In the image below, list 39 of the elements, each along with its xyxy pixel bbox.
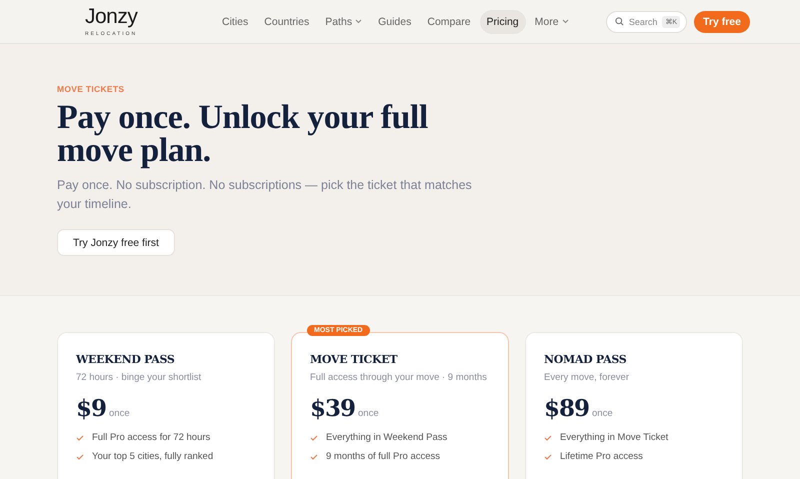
- feature-text: Your top 5 cities, fully ranked: [92, 451, 214, 462]
- nav-link[interactable]: Compare: [420, 10, 478, 34]
- price-period: once: [358, 408, 379, 419]
- feature-text: 9 months of full Pro access: [326, 451, 440, 462]
- plan-price: $89: [544, 395, 590, 422]
- feature-text: Full Pro access for 72 hours: [92, 432, 210, 443]
- nav-link[interactable]: Guides: [371, 10, 418, 34]
- try-free-button[interactable]: Try free: [694, 10, 750, 32]
- check-icon: [76, 454, 84, 460]
- plan-name: NOMAD PASS: [544, 353, 628, 366]
- price-period: once: [592, 408, 613, 419]
- hero-subtitle: Pay once. No subscription. No subscriptions — pick the ticket that matches your timeline.: [57, 177, 473, 213]
- feature-text: Everything in Weekend Pass: [326, 432, 448, 443]
- plan-price: $39: [310, 395, 356, 422]
- plan-description: Every move, forever: [544, 372, 630, 383]
- check-icon: [544, 454, 552, 460]
- nav-link[interactable]: Pricing: [480, 10, 526, 34]
- nav-link[interactable]: More: [528, 10, 576, 34]
- nav-link[interactable]: Cities: [215, 10, 256, 34]
- search-placeholder: Search: [628, 16, 658, 26]
- check-icon: [76, 434, 84, 440]
- search-icon: [614, 17, 624, 26]
- check-icon: [544, 434, 552, 440]
- feature-text: Lifetime Pro access: [560, 451, 643, 462]
- feature-text: Everything in Move Ticket: [560, 432, 668, 443]
- check-icon: [310, 454, 318, 460]
- plan-name: WEEKEND PASS: [76, 353, 176, 366]
- plan-price: $9: [76, 395, 106, 422]
- price-period: once: [109, 408, 130, 419]
- eyebrow-label: MOVE TICKETS: [57, 84, 126, 94]
- plan-name: MOVE TICKET: [310, 353, 398, 366]
- plan-description: 72 hours · binge your shortlist: [76, 372, 202, 383]
- nav-link[interactable]: Paths: [318, 10, 370, 34]
- check-icon: [310, 434, 318, 440]
- nav-link[interactable]: Countries: [257, 10, 316, 34]
- try-free-first-button[interactable]: Try Jonzy free first: [57, 229, 175, 256]
- logo-wordmark[interactable]: Jonzy: [85, 6, 138, 28]
- plan-description: Full access through your move · 9 months: [310, 372, 488, 383]
- page-heading: Pay once. Unlock your full move plan.: [57, 101, 429, 167]
